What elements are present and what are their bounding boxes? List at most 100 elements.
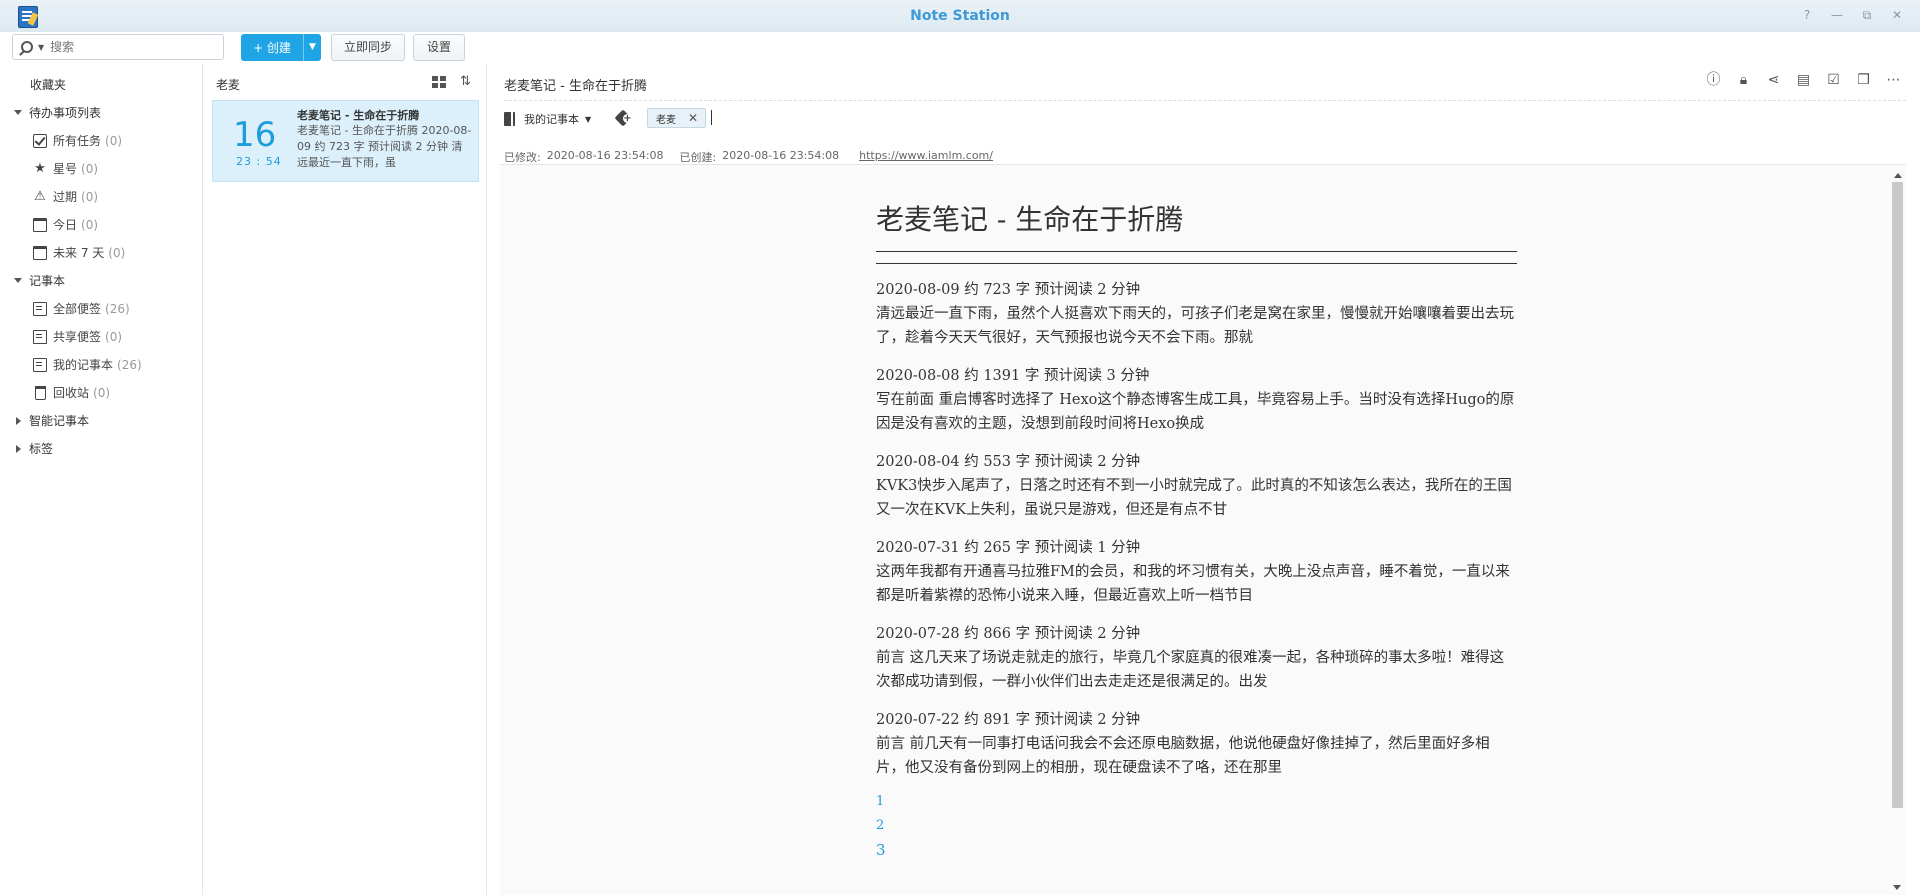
post-meta: 2020-07-28 约 866 字 预计阅读 2 分钟 <box>876 626 1141 642</box>
sidebar-item-today[interactable]: 今日 (0) <box>33 216 98 233</box>
note-date-day: 16 <box>233 115 277 155</box>
sort-icon[interactable]: ⇅ <box>460 75 474 89</box>
horizontal-rule <box>876 263 1517 264</box>
calendar-icon <box>33 217 47 232</box>
notebook-icon <box>33 357 47 372</box>
scrollbar-thumb[interactable] <box>1892 182 1903 808</box>
expand-icon[interactable] <box>14 278 22 283</box>
presentation-icon[interactable]: ▤ <box>1795 72 1812 89</box>
note-card[interactable]: 16 23 : 54 老麦笔记 - 生命在于折腾 老麦笔记 - 生命在于折腾 2… <box>212 100 479 182</box>
created-label: 已创建: <box>679 151 717 164</box>
scroll-up-icon[interactable] <box>1893 173 1902 178</box>
grid-view-icon[interactable] <box>432 76 446 88</box>
smart-notebook-label: 智能记事本 <box>29 414 90 428</box>
sidebar-item-all-tasks[interactable]: 所有任务 (0) <box>33 132 122 149</box>
sidebar-item-count: (0) <box>81 217 99 232</box>
todo-group[interactable]: 待办事项列表 <box>14 104 101 121</box>
info-icon[interactable]: ⓘ <box>1705 72 1722 89</box>
close-icon[interactable]: ✕ <box>1888 6 1906 24</box>
post-meta: 2020-08-04 约 553 字 预计阅读 2 分钟 <box>876 454 1141 470</box>
tag-input-cursor[interactable] <box>711 110 712 125</box>
notebook-group[interactable]: 记事本 <box>14 272 65 289</box>
minimize-icon[interactable]: — <box>1828 6 1846 24</box>
post-entry: 2020-08-08 约 1391 字 预计阅读 3 分钟 写在前面 重启博客时… <box>876 364 1517 436</box>
search-icon[interactable] <box>21 41 33 53</box>
sidebar-item-count: (26) <box>117 357 142 372</box>
source-url-link[interactable]: https://www.iamlm.com/ <box>859 149 993 165</box>
window-title: Note Station <box>910 8 1010 24</box>
editor-toolbar: ⓘ 🔒︎ ⋖ ▤ ☑ ❐ ⋯ <box>1705 72 1902 89</box>
notes-icon <box>33 301 47 316</box>
sidebar-item-label: 今日 <box>53 218 78 232</box>
post-entry: 2020-07-31 约 265 字 预计阅读 1 分钟 这两年我都有开通喜马拉… <box>876 536 1517 608</box>
vertical-scrollbar[interactable] <box>1891 169 1904 895</box>
sidebar-item-next-7-days[interactable]: 未来 7 天 (0) <box>33 244 125 261</box>
post-entry: 2020-07-22 约 891 字 预计阅读 2 分钟 前言 前几天有一同事打… <box>876 708 1517 780</box>
page-link-3[interactable]: 3 <box>876 838 1517 862</box>
create-button-label[interactable]: + 创建 <box>241 39 303 56</box>
sidebar-item-label: 全部便签 <box>53 302 102 316</box>
scroll-down-icon[interactable] <box>1893 885 1901 890</box>
note-station-app-icon <box>18 6 38 28</box>
warning-icon: ⚠ <box>34 188 46 204</box>
chevron-down-icon[interactable]: ▼ <box>38 43 44 52</box>
star-icon: ★ <box>34 160 46 176</box>
expand-icon[interactable] <box>14 110 22 115</box>
tag-chip[interactable]: 老麦 ✕ <box>647 108 706 128</box>
post-entry: 2020-07-28 约 866 字 预计阅读 2 分钟 前言 这几天来了场说走… <box>876 622 1517 694</box>
share-icon[interactable]: ⋖ <box>1765 72 1782 89</box>
lock-icon[interactable]: 🔒︎ <box>1735 72 1752 89</box>
create-dropdown-icon[interactable]: ▼ <box>303 34 321 61</box>
sidebar-item-count: (0) <box>105 329 123 344</box>
content-heading: 老麦笔记 - 生命在于折腾 <box>876 203 1184 236</box>
search-input[interactable] <box>50 40 211 54</box>
help-icon[interactable]: ? <box>1798 6 1816 24</box>
maximize-icon[interactable]: ⧉ <box>1858 6 1876 24</box>
page-link-1[interactable]: 1 <box>876 790 1517 814</box>
heading-rule <box>876 251 1517 252</box>
smart-notebook-group[interactable]: 智能记事本 <box>14 412 89 429</box>
more-icon[interactable]: ⋯ <box>1885 72 1902 89</box>
sidebar-item-label: 我的记事本 <box>53 358 114 372</box>
note-content[interactable]: 老麦笔记 - 生命在于折腾 2020-08-09 约 723 字 预计阅读 2 … <box>876 203 1517 862</box>
sidebar-item-overdue[interactable]: ⚠ 过期 (0) <box>33 188 98 205</box>
gallery-icon[interactable]: ❐ <box>1855 72 1872 89</box>
sidebar-item-starred[interactable]: ★ 星号 (0) <box>33 160 98 177</box>
sidebar-item-recycle-bin[interactable]: 回收站 (0) <box>33 384 110 401</box>
shared-notes-icon <box>33 329 47 344</box>
sidebar-item-count: (0) <box>81 161 99 176</box>
favorites-header[interactable]: 收藏夹 <box>30 76 66 93</box>
notebook-icon <box>504 112 515 126</box>
settings-button[interactable]: 设置 <box>413 34 465 61</box>
tags-label: 标签 <box>29 442 54 456</box>
sidebar-item-label: 过期 <box>53 190 78 204</box>
post-excerpt: 这两年我都有开通喜马拉雅FM的会员，和我的坏习惯有关，大晚上没点声音，睡不着觉，… <box>876 564 1510 604</box>
sidebar-item-my-notebook[interactable]: 我的记事本 (26) <box>33 356 142 373</box>
tags-group[interactable]: 标签 <box>14 440 53 457</box>
page-link-2[interactable]: 2 <box>876 814 1517 838</box>
collapse-icon[interactable] <box>16 444 21 453</box>
sync-now-button[interactable]: 立即同步 <box>331 34 405 61</box>
create-button[interactable]: + 创建 ▼ <box>241 34 321 61</box>
sidebar-item-all-notes[interactable]: 全部便签 (26) <box>33 300 130 317</box>
editor-panel: 老麦笔记 - 生命在于折腾 ⓘ 🔒︎ ⋖ ▤ ☑ ❐ ⋯ 我的记事本 ▼ 老麦 … <box>488 64 1920 895</box>
sidebar-item-count: (0) <box>93 385 111 400</box>
post-meta: 2020-08-08 约 1391 字 预计阅读 3 分钟 <box>876 368 1150 384</box>
task-icon[interactable]: ☑ <box>1825 72 1842 89</box>
note-card-title: 老麦笔记 - 生命在于折腾 <box>297 109 420 122</box>
sidebar-item-count: (0) <box>81 189 99 204</box>
notebook-selector[interactable]: 我的记事本 ▼ <box>504 111 591 127</box>
collapse-icon[interactable] <box>16 416 21 425</box>
sidebar-item-label: 共享便签 <box>53 330 102 344</box>
pagination: 1 2 3 <box>876 790 1517 862</box>
chevron-down-icon: ▼ <box>585 114 592 124</box>
note-meta: 已修改: 2020-08-16 23:54:08 已创建: 2020-08-16… <box>504 149 993 165</box>
search-box[interactable]: ▼ <box>12 34 224 60</box>
sidebar-item-shared-notes[interactable]: 共享便签 (0) <box>33 328 122 345</box>
remove-tag-icon[interactable]: ✕ <box>688 111 698 125</box>
document-area[interactable]: 老麦笔记 - 生命在于折腾 2020-08-09 约 723 字 预计阅读 2 … <box>500 164 1906 895</box>
add-tag-icon[interactable] <box>616 110 632 126</box>
note-title[interactable]: 老麦笔记 - 生命在于折腾 <box>504 75 647 94</box>
post-entry: 2020-08-04 约 553 字 预计阅读 2 分钟 KVK3快步入尾声了，… <box>876 450 1517 522</box>
note-list-title: 老麦 <box>216 78 241 92</box>
